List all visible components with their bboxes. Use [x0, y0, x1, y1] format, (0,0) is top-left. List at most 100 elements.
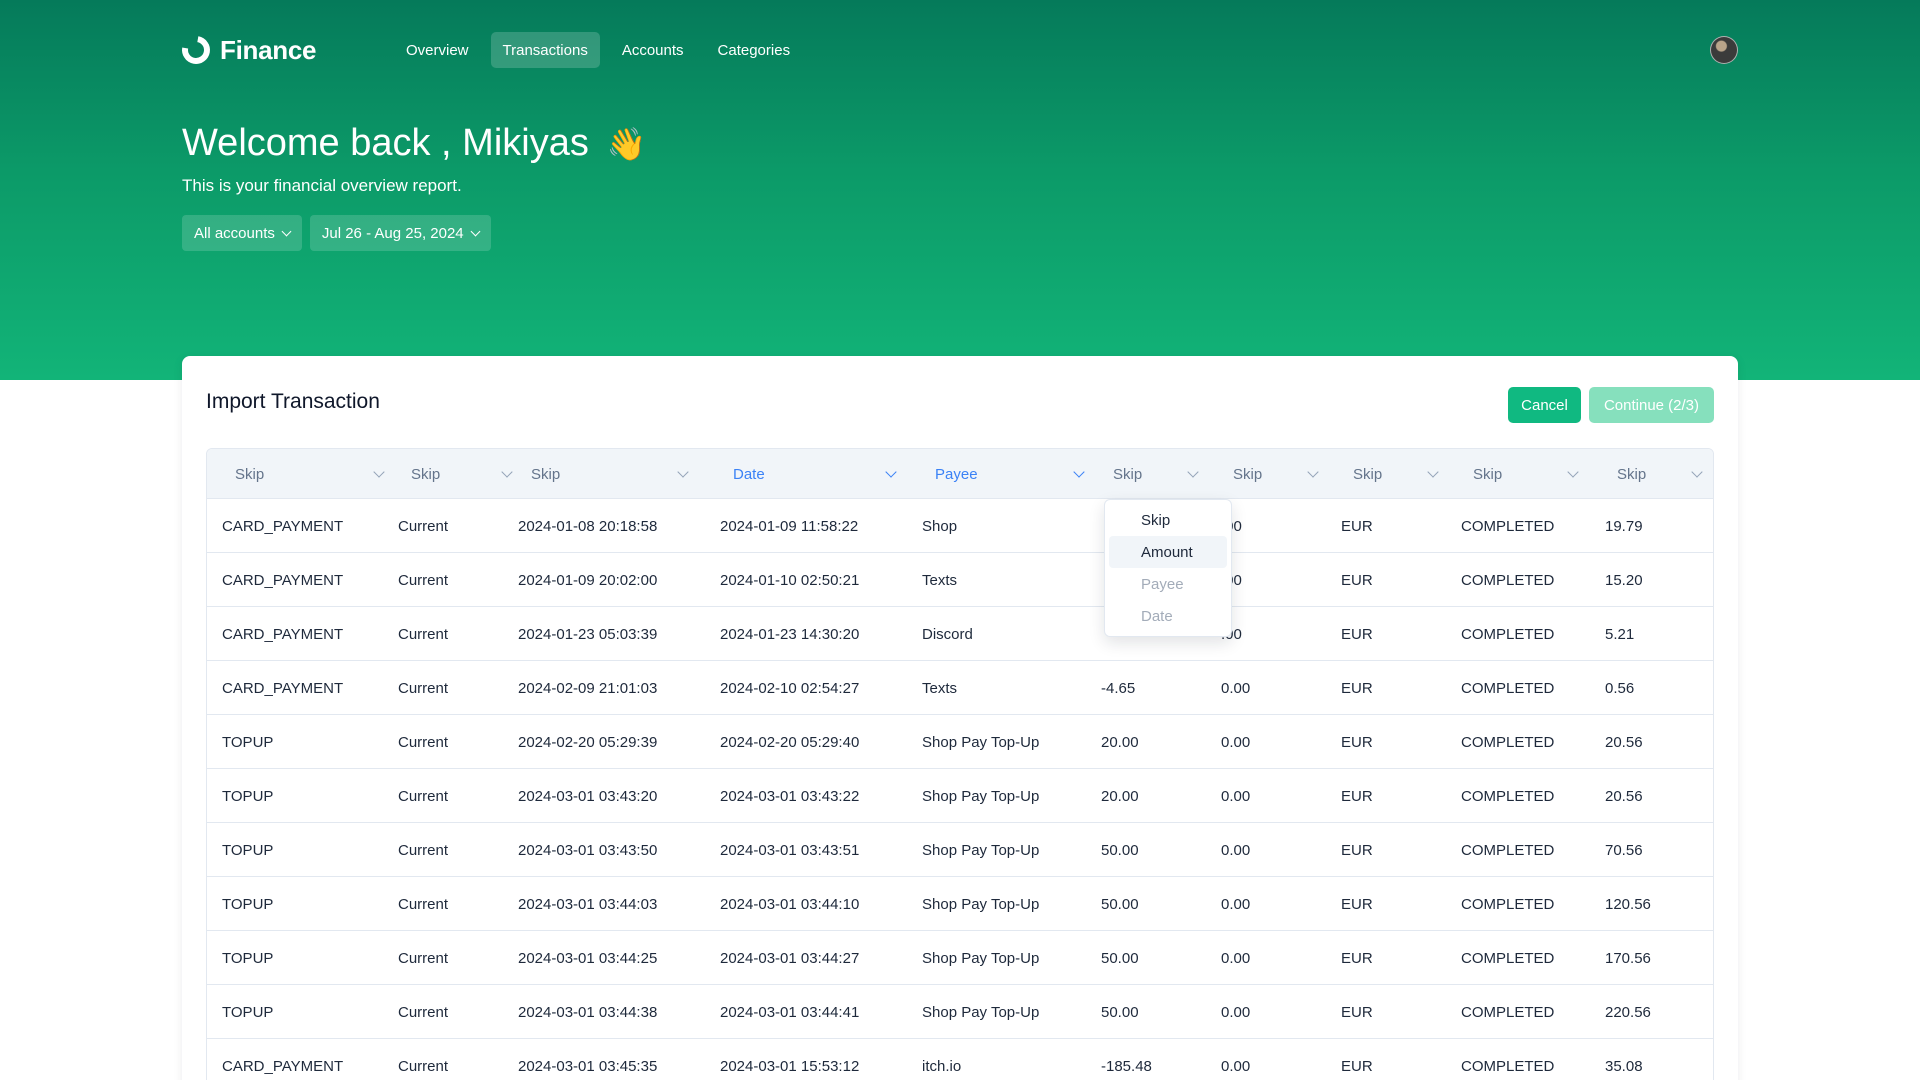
table-cell: 2024-03-01 03:44:25 — [518, 949, 658, 967]
app-name: Finance — [220, 34, 317, 65]
table-cell: 50.00 — [1101, 949, 1139, 967]
chevron-down-icon — [501, 466, 513, 478]
dropdown-option-date: Date — [1141, 607, 1173, 625]
table-cell: 35.08 — [1605, 1057, 1643, 1075]
table-cell: CARD_PAYMENT — [222, 571, 344, 589]
table-cell: CARD_PAYMENT — [222, 625, 344, 643]
table-cell: 2024-03-01 03:43:51 — [720, 841, 860, 859]
column-mapping-select[interactable]: Skip — [1617, 449, 1703, 499]
table-cell: 2024-01-23 05:03:39 — [518, 625, 658, 643]
table-row: CARD_PAYMENT Current 2024-01-08 20:18:58 20… — [207, 499, 1713, 553]
table-row: CARD_PAYMENT Current 2024-02-09 21:01:03 20… — [207, 661, 1713, 715]
table-cell: 50.00 — [1101, 841, 1139, 859]
nav-overview[interactable]: Overview — [394, 32, 481, 68]
table-cell: 2024-03-01 03:44:38 — [518, 1003, 658, 1021]
table-cell: 2024-03-01 03:45:35 — [518, 1057, 658, 1075]
table-cell: Current — [398, 841, 449, 859]
table-cell: 2024-03-01 15:53:12 — [720, 1057, 860, 1075]
table-cell: 120.56 — [1605, 895, 1651, 913]
chevron-down-icon — [677, 466, 689, 478]
table-body: CARD_PAYMENT Current 2024-01-08 20:18:58 20… — [207, 499, 1713, 1080]
table-cell: 20.00 — [1101, 733, 1139, 751]
table-row: CARD_PAYMENT Current 2024-01-09 20:02:00 20… — [207, 553, 1713, 607]
account-filter[interactable]: All accounts — [182, 215, 302, 251]
table-cell: 0.00 — [1221, 895, 1251, 913]
column-mapping-select[interactable]: Skip — [531, 449, 689, 499]
cancel-button[interactable]: Cancel — [1508, 387, 1581, 423]
chevron-down-icon — [1307, 466, 1319, 478]
table-cell: TOPUP — [222, 841, 274, 859]
date-range-filter[interactable]: Jul 26 - Aug 25, 2024 — [309, 215, 491, 251]
table-cell: EUR — [1341, 679, 1373, 697]
filter-bar: All accounts Jul 26 - Aug 25, 2024 — [182, 215, 491, 251]
table-cell: 2024-01-09 11:58:22 — [720, 517, 859, 535]
column-mapping-select[interactable]: Skip — [1473, 449, 1579, 499]
column-mapping-select[interactable]: Skip — [235, 449, 385, 499]
table-cell: 2024-02-09 21:01:03 — [518, 679, 658, 697]
column-mapping-label: Skip — [235, 465, 265, 483]
table-cell: EUR — [1341, 787, 1373, 805]
table-cell: TOPUP — [222, 949, 274, 967]
table-row: TOPUP Current 2024-03-01 03:44:38 2024-03-0… — [207, 985, 1713, 1039]
waving-hand-icon: 👋 — [606, 125, 647, 162]
table-row: CARD_PAYMENT Current 2024-03-01 03:45:35 20… — [207, 1039, 1713, 1080]
chevron-down-icon — [281, 226, 292, 236]
table-cell: EUR — [1341, 517, 1373, 535]
column-mapping-select[interactable]: Payee — [935, 449, 1085, 499]
date-range-label: Jul 26 - Aug 25, 2024 — [321, 224, 464, 242]
chevron-down-icon — [1427, 466, 1439, 478]
table-cell: COMPLETED — [1461, 679, 1555, 697]
table-cell: 0.00 — [1221, 841, 1251, 859]
nav-accounts[interactable]: Accounts — [610, 32, 696, 68]
table-row: TOPUP Current 2024-03-01 03:43:20 2024-03-0… — [207, 769, 1713, 823]
table-cell: TOPUP — [222, 1003, 274, 1021]
brand[interactable]: Finance — [176, 30, 317, 70]
table-cell: 0.00 — [1221, 679, 1251, 697]
chevron-down-icon — [1187, 466, 1199, 478]
table-cell: Current — [398, 571, 449, 589]
table-cell: EUR — [1341, 1057, 1373, 1075]
continue-button[interactable]: Continue (2/3) — [1589, 387, 1714, 423]
column-mapping-label: Skip — [1353, 465, 1383, 483]
table-cell: Current — [398, 1003, 449, 1021]
table-cell: 20.56 — [1605, 733, 1643, 751]
dropdown-option-skip[interactable]: Skip — [1109, 504, 1227, 536]
table-cell: 50.00 — [1101, 895, 1139, 913]
column-mapping-select[interactable]: Skip — [1353, 449, 1439, 499]
table-cell: 2024-02-10 02:54:27 — [720, 679, 860, 697]
table-cell: 5.21 — [1605, 625, 1635, 643]
nav-categories[interactable]: Categories — [706, 32, 803, 68]
table-cell: 2024-03-01 03:44:10 — [720, 895, 860, 913]
column-mapping-select[interactable]: Skip — [1233, 449, 1319, 499]
table-cell: COMPLETED — [1461, 625, 1555, 643]
nav-transactions[interactable]: Transactions — [490, 32, 600, 68]
import-table: Skip Skip Skip Date Payee Skip Skip Skip Skip Ski… — [206, 448, 1714, 1080]
top-navigation: Finance Overview Transactions Accounts C… — [176, 30, 1738, 70]
column-mapping-label: Skip — [1617, 465, 1647, 483]
user-avatar[interactable] — [1710, 36, 1738, 64]
table-cell: 220.56 — [1605, 1003, 1651, 1021]
account-filter-label: All accounts — [194, 224, 275, 242]
table-cell: COMPLETED — [1461, 571, 1555, 589]
table-cell: Current — [398, 949, 449, 967]
table-cell: TOPUP — [222, 733, 274, 751]
table-cell: 2024-02-20 05:29:39 — [518, 733, 658, 751]
column-mapping-select[interactable]: Skip — [1113, 449, 1199, 499]
column-mapping-select[interactable]: Date — [733, 449, 897, 499]
import-transaction-card: Import Transaction Cancel Continue (2/3)… — [182, 356, 1738, 1080]
column-type-dropdown: Skip Amount Payee Date — [1104, 499, 1232, 637]
table-row: TOPUP Current 2024-03-01 03:44:25 2024-03-0… — [207, 931, 1713, 985]
table-cell: 0.00 — [1221, 733, 1251, 751]
table-cell: 0.00 — [1221, 787, 1251, 805]
table-row: TOPUP Current 2024-03-01 03:44:03 2024-03-0… — [207, 877, 1713, 931]
table-cell: EUR — [1341, 625, 1373, 643]
table-cell: CARD_PAYMENT — [222, 679, 344, 697]
finance-logo-icon — [176, 30, 216, 70]
column-mapping-label: Date — [733, 465, 765, 483]
dropdown-option-amount[interactable]: Amount — [1109, 536, 1227, 568]
table-cell: 0.00 — [1221, 1003, 1251, 1021]
column-mapping-select[interactable]: Skip — [411, 449, 513, 499]
table-cell: COMPLETED — [1461, 787, 1555, 805]
table-cell: 2024-01-23 14:30:20 — [720, 625, 860, 643]
main-nav: Overview Transactions Accounts Categorie… — [394, 32, 802, 68]
